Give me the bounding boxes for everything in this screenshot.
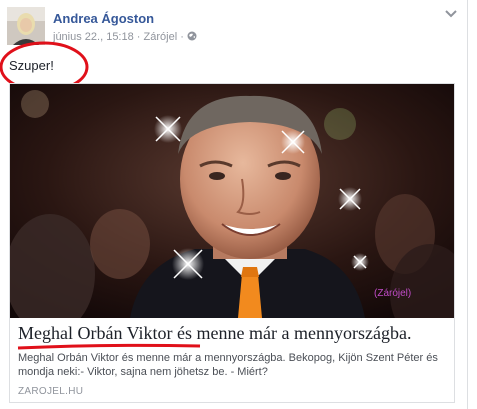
chevron-down-icon[interactable] — [444, 9, 458, 19]
meta-separator: · — [136, 31, 141, 43]
post-card: Andrea Ágoston június 22., 15:18 · Zárój… — [0, 0, 468, 409]
portrait-photo: (Zárójel) — [10, 84, 454, 318]
link-preview[interactable]: (Zárójel) Meghal Orbán Viktor és menne m… — [9, 83, 455, 403]
meta-separator-2: · — [180, 31, 184, 43]
link-preview-image: (Zárójel) — [10, 84, 454, 318]
group-name[interactable]: Zárójel — [144, 31, 178, 43]
globe-icon — [187, 31, 197, 41]
link-title[interactable]: Meghal Orbán Viktor és menne már a menny… — [18, 323, 411, 344]
link-description: Meghal Orbán Viktor és menne már a menny… — [18, 352, 438, 378]
image-watermark: (Zárójel) — [374, 288, 411, 299]
author-name[interactable]: Andrea Ágoston — [53, 11, 154, 26]
link-domain: ZAROJEL.HU — [18, 386, 84, 397]
